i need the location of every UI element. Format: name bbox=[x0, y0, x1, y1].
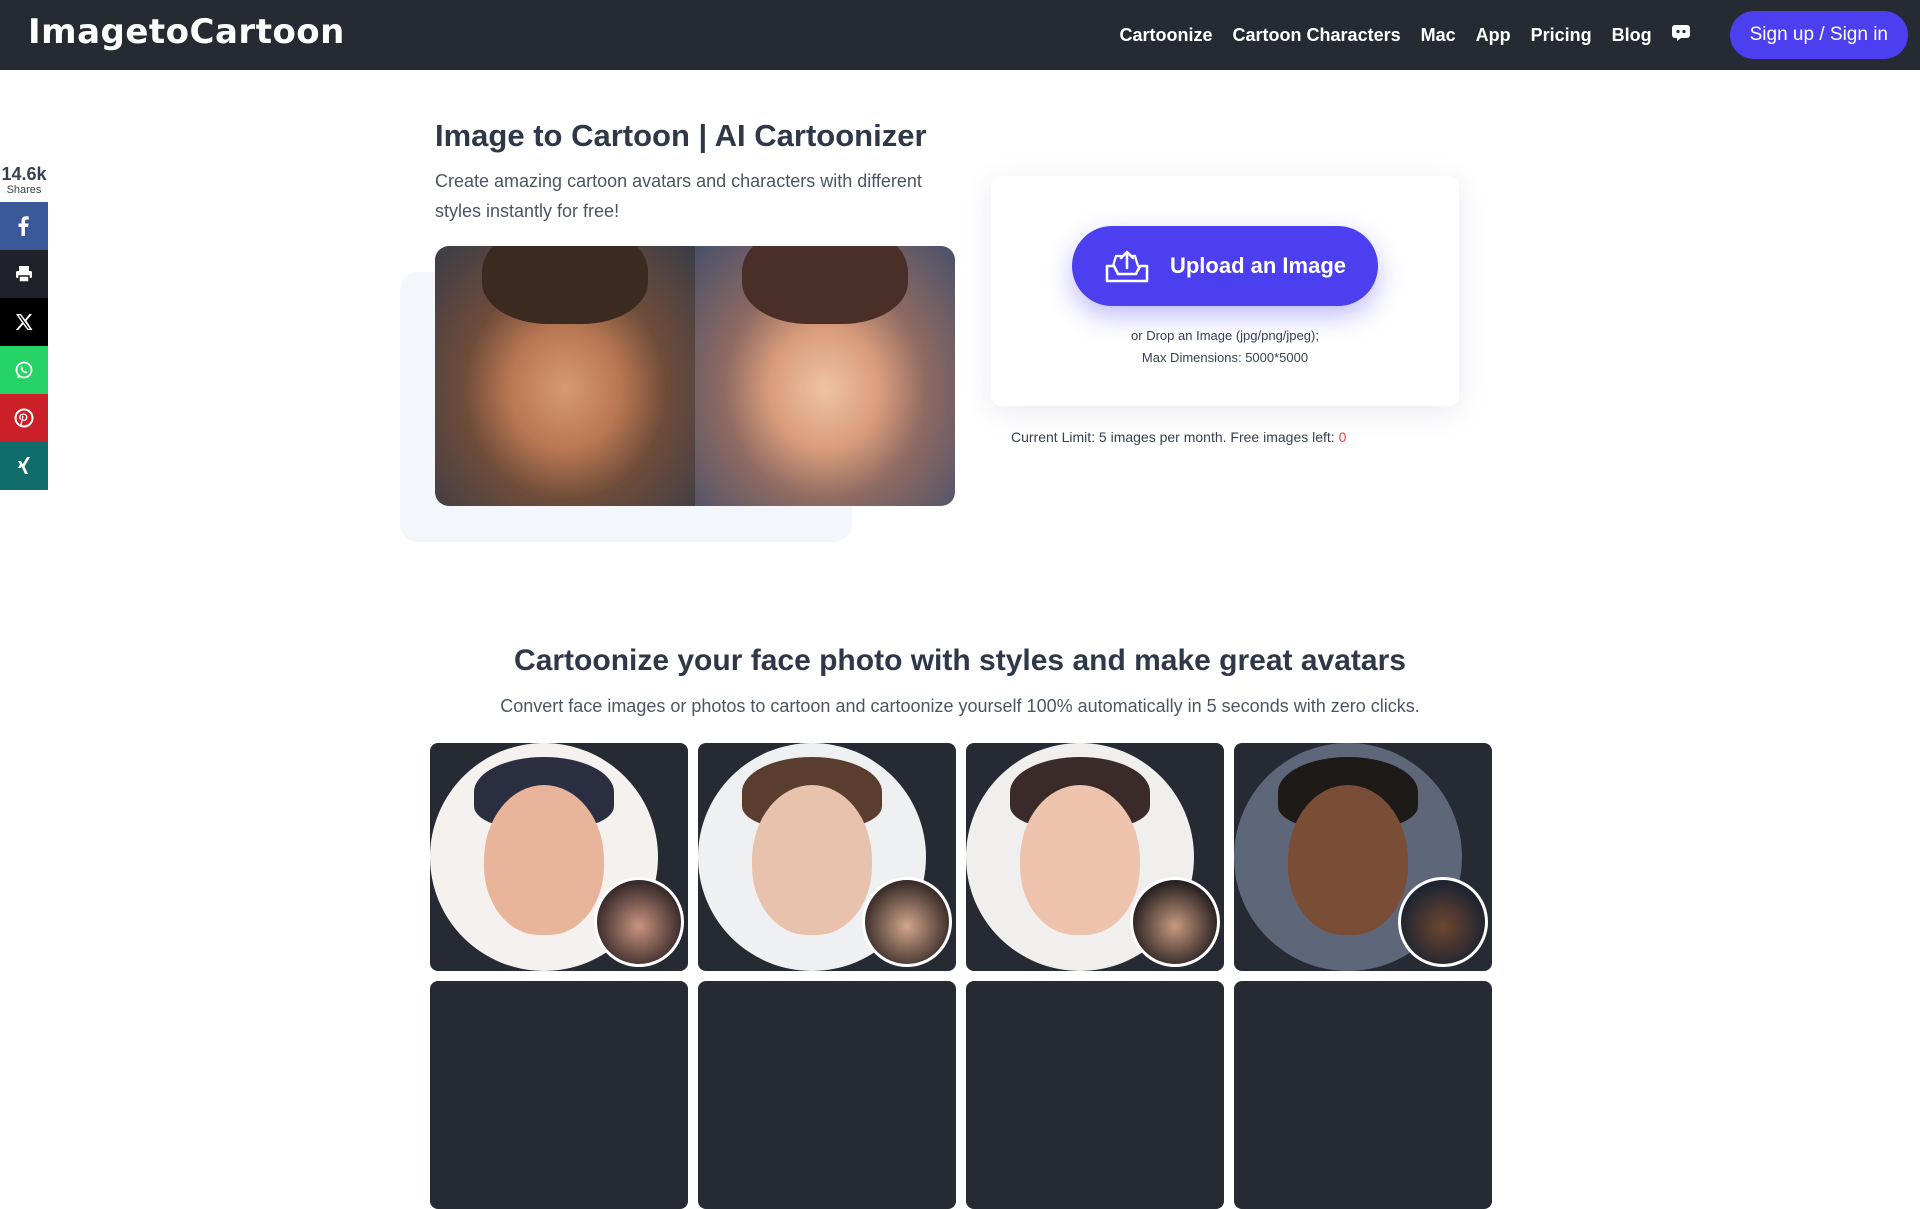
nav-app[interactable]: App bbox=[1476, 25, 1511, 46]
pinterest-share-button[interactable] bbox=[0, 394, 48, 442]
print-share-button[interactable] bbox=[0, 250, 48, 298]
nav-pricing[interactable]: Pricing bbox=[1531, 25, 1592, 46]
share-label: Shares bbox=[6, 184, 42, 196]
facebook-share-button[interactable] bbox=[0, 202, 48, 250]
whatsapp-icon bbox=[15, 361, 33, 379]
nav-cartoon-characters[interactable]: Cartoon Characters bbox=[1233, 25, 1401, 46]
styles-section-subtitle: Convert face images or photos to cartoon… bbox=[500, 696, 1420, 716]
style-example-card[interactable] bbox=[698, 743, 956, 971]
xing-share-button[interactable] bbox=[0, 442, 48, 490]
site-logo[interactable]: ImagetoCartoon bbox=[28, 12, 345, 52]
x-icon bbox=[15, 314, 33, 330]
nav-mac[interactable]: Mac bbox=[1421, 25, 1456, 46]
style-example-card[interactable] bbox=[698, 981, 956, 1209]
free-images-left: 0 bbox=[1338, 429, 1347, 445]
main-nav: Cartoonize Cartoon Characters Mac App Pr… bbox=[1120, 0, 1908, 70]
share-count: 14.6k bbox=[1, 164, 47, 184]
usage-limit-text: Current Limit: 5 images per month. Free … bbox=[1011, 429, 1339, 445]
style-example-card[interactable] bbox=[430, 981, 688, 1209]
style-examples-grid bbox=[430, 743, 1492, 1209]
print-icon bbox=[16, 266, 32, 283]
page-subtitle: Create amazing cartoon avatars and chara… bbox=[435, 171, 922, 221]
styles-section-title: Cartoonize your face photo with styles a… bbox=[514, 644, 1406, 677]
nav-blog[interactable]: Blog bbox=[1612, 25, 1652, 46]
page-title: Image to Cartoon | AI Cartoonizer bbox=[435, 118, 927, 153]
upload-tray-icon bbox=[1105, 250, 1149, 283]
before-after-image bbox=[435, 246, 955, 506]
upload-dropzone[interactable]: Upload an Image or Drop an Image (jpg/pn… bbox=[991, 176, 1459, 406]
style-example-card[interactable] bbox=[1234, 981, 1492, 1209]
style-example-card[interactable] bbox=[430, 743, 688, 971]
facebook-icon bbox=[18, 216, 29, 236]
cartoon-photo bbox=[695, 246, 955, 506]
upload-hint-formats: or Drop an Image (jpg/png/jpeg); bbox=[1131, 328, 1319, 343]
top-navbar: ImagetoCartoon Cartoonize Cartoon Charac… bbox=[0, 0, 1920, 70]
original-photo bbox=[435, 246, 695, 506]
nav-cartoonize[interactable]: Cartoonize bbox=[1120, 25, 1213, 46]
xing-icon bbox=[18, 457, 30, 474]
discord-icon[interactable] bbox=[1671, 24, 1690, 46]
whatsapp-share-button[interactable] bbox=[0, 346, 48, 394]
style-example-card[interactable] bbox=[966, 981, 1224, 1209]
upload-image-button[interactable]: Upload an Image bbox=[1072, 226, 1378, 306]
upload-hint-dimensions: Max Dimensions: 5000*5000 bbox=[1141, 350, 1309, 365]
upload-button-label: Upload an Image bbox=[1169, 253, 1347, 278]
signup-signin-button[interactable]: Sign up / Sign in bbox=[1729, 11, 1908, 59]
share-sidebar: 14.6k Shares bbox=[0, 164, 48, 490]
usage-limit: Current Limit: 5 images per month. Free … bbox=[1011, 429, 1346, 445]
x-share-button[interactable] bbox=[0, 298, 48, 346]
style-example-card[interactable] bbox=[1234, 743, 1492, 971]
style-example-card[interactable] bbox=[966, 743, 1224, 971]
pinterest-icon bbox=[14, 408, 34, 428]
